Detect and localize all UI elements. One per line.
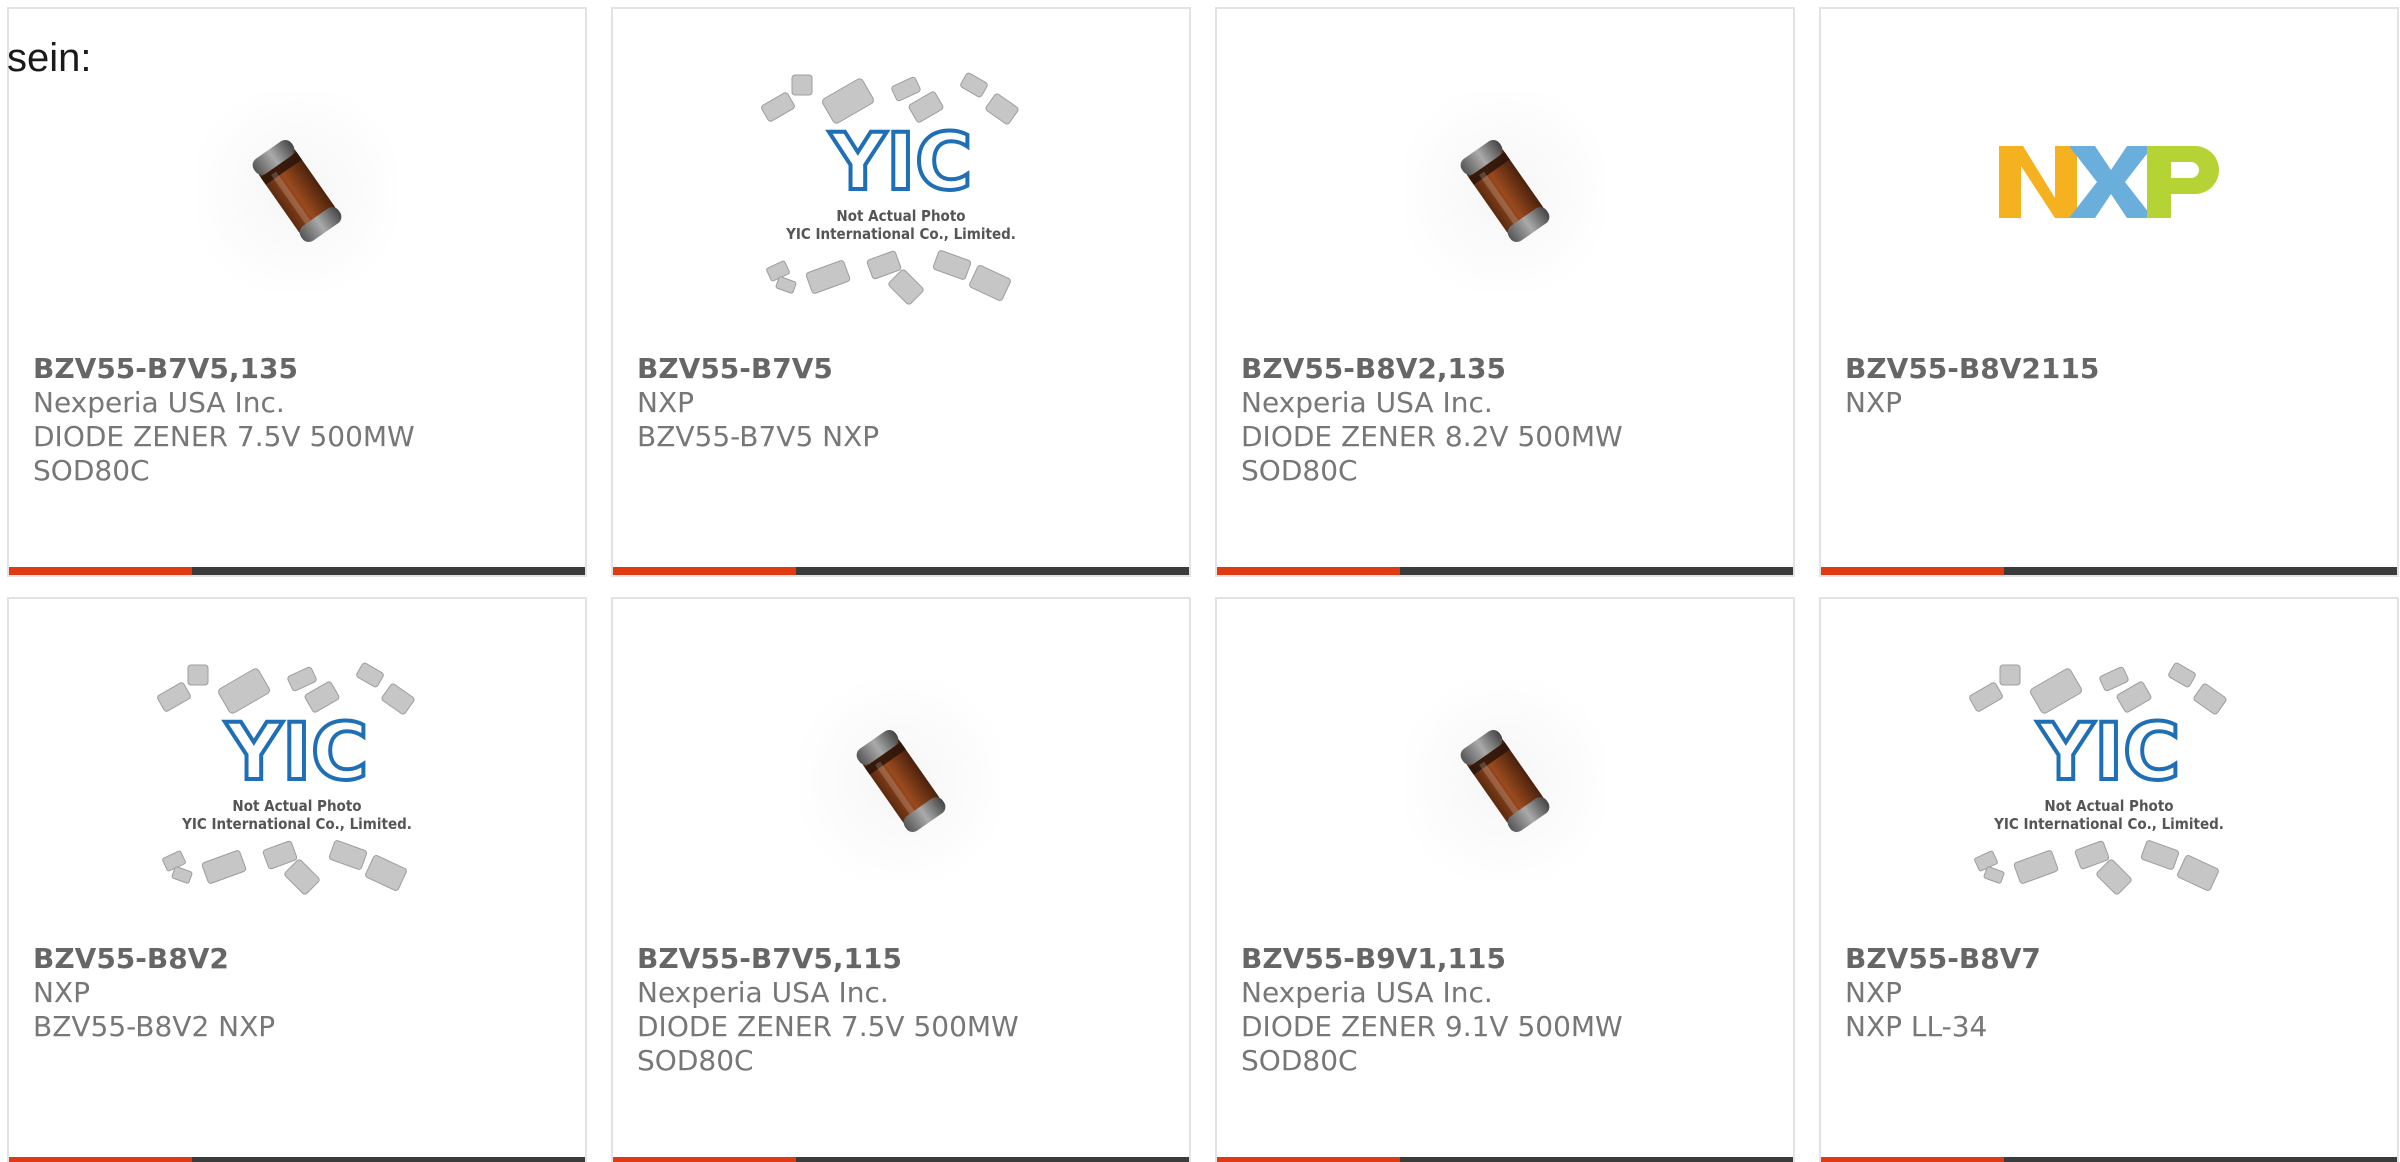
description: DIODE ZENER 9.1V 500MW [1241, 1010, 1623, 1043]
product-image [1217, 673, 1793, 889]
part-number[interactable]: BZV55-B8V7 [1845, 942, 2377, 976]
product-info: BZV55-B7V5,135 Nexperia USA Inc. DIODE Z… [33, 352, 565, 488]
card-bottom-bar [1217, 567, 1793, 575]
card-accent-bar [1217, 1157, 1400, 1162]
diode-photo-icon [197, 91, 397, 291]
product-info: BZV55-B9V1,115 Nexperia USA Inc. DIODE Z… [1241, 942, 1773, 1078]
card-bottom-bar [1821, 567, 2397, 575]
manufacturer: NXP [1845, 386, 1903, 419]
product-card[interactable]: YIC Not Actual Photo YIC International C… [1819, 597, 2399, 1162]
product-grid: BZV55-B7V5,135 Nexperia USA Inc. DIODE Z… [7, 7, 2399, 1162]
part-number[interactable]: BZV55-B8V2,135 [1241, 352, 1773, 386]
svg-text:Not Actual Photo: Not Actual Photo [836, 207, 965, 225]
card-bottom-bar [9, 567, 585, 575]
yic-placeholder-icon: YIC Not Actual Photo YIC International C… [157, 662, 415, 895]
diode-photo-icon [801, 681, 1001, 881]
manufacturer: Nexperia USA Inc. [637, 976, 889, 1009]
card-accent-bar [1821, 1157, 2004, 1162]
card-bottom-bar [613, 567, 1189, 575]
card-accent-bar [1821, 567, 2004, 575]
product-image [9, 83, 585, 299]
card-bottom-bar [1821, 1157, 2397, 1162]
product-image [1821, 83, 2397, 299]
yic-logo: YIC [225, 708, 369, 798]
product-card[interactable]: BZV55-B7V5,135 Nexperia USA Inc. DIODE Z… [7, 7, 587, 577]
card-bottom-bar [9, 1157, 585, 1162]
package: SOD80C [637, 1044, 754, 1077]
nxp-logo-icon [1999, 146, 2219, 218]
manufacturer: NXP [33, 976, 91, 1009]
package: SOD80C [1241, 454, 1358, 487]
product-card[interactable]: BZV55-B9V1,115 Nexperia USA Inc. DIODE Z… [1215, 597, 1795, 1162]
part-number[interactable]: BZV55-B8V2115 [1845, 352, 2377, 386]
part-number[interactable]: BZV55-B7V5 [637, 352, 1169, 386]
description: DIODE ZENER 7.5V 500MW [637, 1010, 1019, 1043]
svg-text:YIC International Co., Limited: YIC International Co., Limited. [181, 815, 412, 833]
description: NXP LL-34 [1845, 1010, 1988, 1043]
card-accent-bar [613, 567, 796, 575]
part-number[interactable]: BZV55-B7V5,135 [33, 352, 565, 386]
package: SOD80C [1241, 1044, 1358, 1077]
product-info: BZV55-B7V5,115 Nexperia USA Inc. DIODE Z… [637, 942, 1169, 1078]
card-bottom-bar [613, 1157, 1189, 1162]
card-bottom-bar [1217, 1157, 1793, 1162]
yic-logo: YIC [2037, 708, 2181, 798]
product-card[interactable]: BZV55-B7V5,115 Nexperia USA Inc. DIODE Z… [611, 597, 1191, 1162]
svg-text:YIC International Co., Limited: YIC International Co., Limited. [1993, 815, 2224, 833]
svg-text:Not Actual Photo: Not Actual Photo [2044, 797, 2173, 815]
product-info: BZV55-B8V2,135 Nexperia USA Inc. DIODE Z… [1241, 352, 1773, 488]
yic-placeholder-icon: YIC Not Actual Photo YIC International C… [761, 72, 1019, 305]
product-image: YIC Not Actual Photo YIC International C… [9, 662, 585, 895]
part-number[interactable]: BZV55-B8V2 [33, 942, 565, 976]
part-number[interactable]: BZV55-B7V5,115 [637, 942, 1169, 976]
product-info: BZV55-B7V5 NXP BZV55-B7V5 NXP [637, 352, 1169, 454]
product-card[interactable]: YIC Not Actual Photo YIC International C… [7, 597, 587, 1162]
diode-photo-icon [1405, 681, 1605, 881]
svg-text:YIC International Co., Limited: YIC International Co., Limited. [785, 225, 1016, 243]
description: DIODE ZENER 7.5V 500MW [33, 420, 415, 453]
description: DIODE ZENER 8.2V 500MW [1241, 420, 1623, 453]
card-accent-bar [613, 1157, 796, 1162]
yic-logo: YIC [829, 118, 973, 208]
yic-placeholder-icon: YIC Not Actual Photo YIC International C… [1969, 662, 2227, 895]
manufacturer: Nexperia USA Inc. [1241, 976, 1493, 1009]
card-accent-bar [1217, 567, 1400, 575]
part-number[interactable]: BZV55-B9V1,115 [1241, 942, 1773, 976]
product-info: BZV55-B8V2 NXP BZV55-B8V2 NXP [33, 942, 565, 1044]
page: sein: BZV55-B7V5,135 Nexperia USA Inc. D… [0, 0, 2400, 1162]
product-info: BZV55-B8V7 NXP NXP LL-34 [1845, 942, 2377, 1044]
product-image: YIC Not Actual Photo YIC International C… [1821, 662, 2397, 895]
product-image [1217, 83, 1793, 299]
manufacturer: Nexperia USA Inc. [33, 386, 285, 419]
product-info: BZV55-B8V2115 NXP [1845, 352, 2377, 420]
product-image [613, 673, 1189, 889]
description: BZV55-B7V5 NXP [637, 420, 880, 453]
intro-text: sein: [7, 36, 92, 80]
product-card[interactable]: BZV55-B8V2,135 Nexperia USA Inc. DIODE Z… [1215, 7, 1795, 577]
card-accent-bar [9, 1157, 192, 1162]
package: SOD80C [33, 454, 150, 487]
svg-text:Not Actual Photo: Not Actual Photo [232, 797, 361, 815]
card-accent-bar [9, 567, 192, 575]
manufacturer: NXP [1845, 976, 1903, 1009]
product-card[interactable]: YIC Not Actual Photo YIC International C… [611, 7, 1191, 577]
description: BZV55-B8V2 NXP [33, 1010, 276, 1043]
product-card[interactable]: BZV55-B8V2115 NXP [1819, 7, 2399, 577]
diode-photo-icon [1405, 91, 1605, 291]
product-image: YIC Not Actual Photo YIC International C… [613, 72, 1189, 305]
manufacturer: NXP [637, 386, 695, 419]
manufacturer: Nexperia USA Inc. [1241, 386, 1493, 419]
